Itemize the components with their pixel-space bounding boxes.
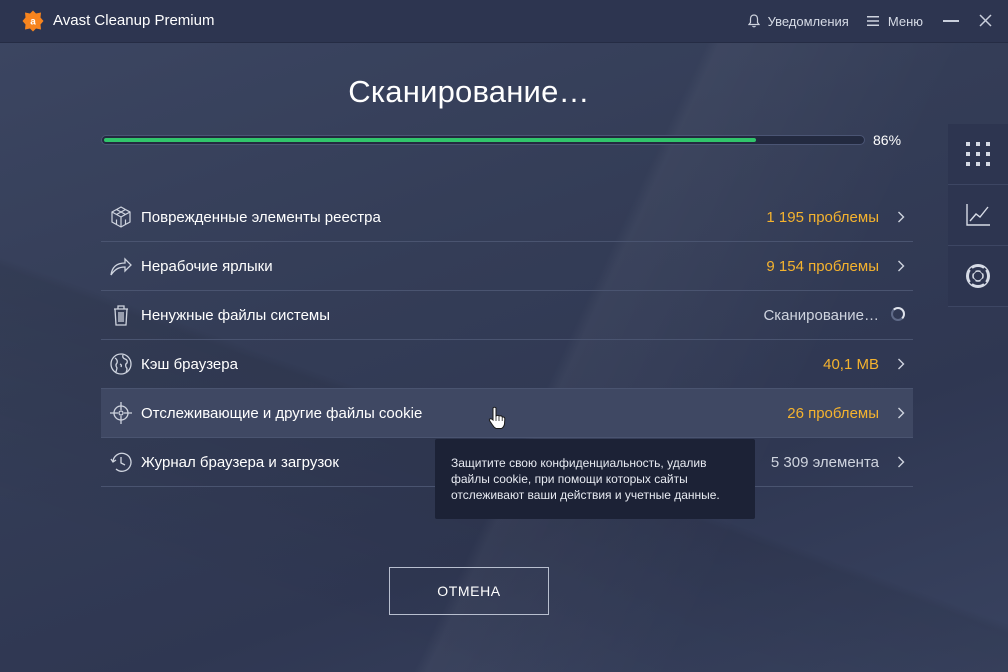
app-title: Avast Cleanup Premium <box>53 12 215 29</box>
result-label: Журнал браузера и загрузок <box>141 454 339 471</box>
broken-shortcut-arrow-icon <box>110 257 132 276</box>
result-row-tracking-cookies[interactable]: Отслеживающие и другие файлы cookie 26 п… <box>101 389 913 438</box>
result-label: Ненужные файлы системы <box>141 307 331 324</box>
cookie-tooltip: Защитите свою конфиденциальность, удалив… <box>435 439 755 519</box>
chevron-right-icon <box>898 211 905 223</box>
chevron-right-icon <box>898 456 905 468</box>
result-label: Нерабочие ярлыки <box>141 258 273 275</box>
svg-text:a: a <box>30 17 36 28</box>
result-row-browser-cache[interactable]: Кэш браузера 40,1 MB <box>101 340 913 389</box>
performance-chart-icon <box>966 204 990 226</box>
cancel-button[interactable]: ОТМЕНА <box>389 567 549 615</box>
menu-label: Меню <box>887 13 923 29</box>
notifications-label: Уведомления <box>767 13 849 29</box>
result-row-system-junk[interactable]: Ненужные файлы системы Сканирование… <box>101 291 913 340</box>
result-label: Кэш браузера <box>141 356 238 373</box>
globe-icon <box>110 353 132 375</box>
scan-progress-fill <box>104 138 756 142</box>
result-label: Поврежденные элементы реестра <box>141 209 381 226</box>
crosshair-tracking-icon <box>110 402 132 424</box>
result-value: 1 195 проблемы <box>766 209 879 226</box>
menu-button[interactable]: Меню <box>866 13 923 29</box>
scan-heading: Сканирование… <box>348 74 590 109</box>
chevron-right-icon <box>898 358 905 370</box>
side-button-performance[interactable] <box>948 185 1008 246</box>
hamburger-menu-icon <box>866 16 879 26</box>
scan-progress-percent: 86% <box>873 132 902 148</box>
trash-bin-icon <box>114 305 128 326</box>
titlebar-actions: Уведомления Меню <box>747 0 1008 42</box>
close-icon <box>979 14 992 27</box>
side-panel <box>948 124 1008 307</box>
help-lifebuoy-icon <box>966 264 990 288</box>
bell-icon <box>747 14 760 28</box>
side-button-help[interactable] <box>948 246 1008 307</box>
result-label: Отслеживающие и другие файлы cookie <box>141 405 423 422</box>
side-button-apps[interactable] <box>948 124 1008 185</box>
registry-cube-icon <box>111 206 131 228</box>
chevron-right-icon <box>898 407 905 419</box>
notifications-button[interactable]: Уведомления <box>747 13 867 29</box>
result-value: 9 154 проблемы <box>766 258 879 275</box>
result-value: 40,1 MB <box>823 356 879 373</box>
title-bar: a Avast Cleanup Premium Уведомления Меню <box>0 0 1008 43</box>
grid-apps-icon <box>966 142 990 166</box>
hand-cursor-icon <box>488 406 506 429</box>
result-value: 5 309 элемента <box>770 454 879 471</box>
result-row-shortcuts[interactable]: Нерабочие ярлыки 9 154 проблемы <box>101 242 913 291</box>
avast-logo-icon: a <box>22 10 44 32</box>
history-clock-icon <box>110 452 132 472</box>
result-row-registry[interactable]: Поврежденные элементы реестра 1 195 проб… <box>101 193 913 242</box>
minimize-button[interactable] <box>943 20 959 22</box>
close-button[interactable] <box>979 11 992 31</box>
loading-spinner-icon <box>891 307 905 321</box>
scan-progress-bar <box>101 135 865 145</box>
result-value: Сканирование… <box>763 307 879 324</box>
chevron-right-icon <box>898 260 905 272</box>
result-value: 26 проблемы <box>787 405 879 422</box>
